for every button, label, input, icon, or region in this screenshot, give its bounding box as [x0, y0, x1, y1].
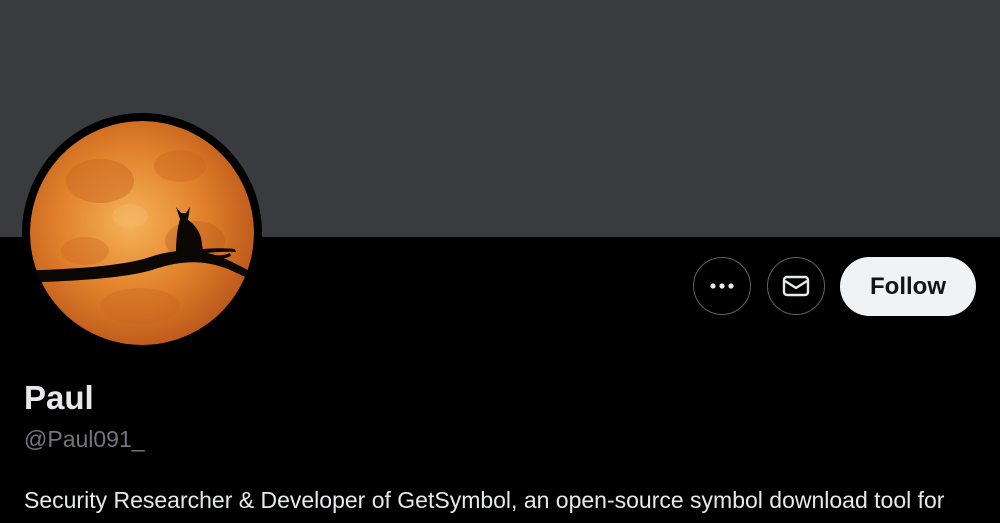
user-handle: @Paul091_ [24, 426, 145, 452]
follow-button[interactable]: Follow [840, 257, 976, 316]
follow-button-label: Follow [870, 272, 946, 300]
display-name: Paul [24, 379, 94, 416]
message-button[interactable] [767, 257, 825, 315]
avatar-image [30, 121, 254, 345]
avatar[interactable] [22, 113, 262, 353]
more-options-button[interactable] [693, 257, 751, 315]
more-horizontal-icon [710, 283, 734, 289]
envelope-icon [782, 275, 810, 297]
profile-page: Follow Paul @Paul091_ Security Researche… [0, 0, 1000, 523]
profile-bio: Security Researcher & Developer of GetSy… [24, 487, 945, 513]
